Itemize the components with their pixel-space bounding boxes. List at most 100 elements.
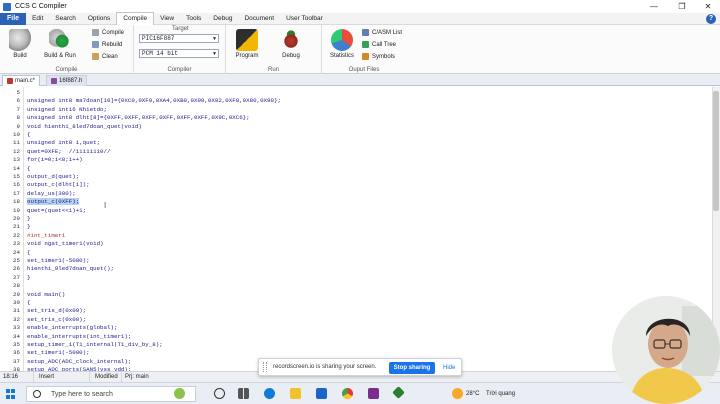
code-line[interactable]: quet=0XFE; //11111110// [27, 148, 111, 156]
task-view-icon[interactable] [238, 388, 249, 399]
code-line[interactable]: { [27, 299, 30, 307]
menu-document[interactable]: Document [238, 13, 280, 25]
scrollbar-thumb[interactable] [713, 91, 719, 211]
ribbon: Build Build & Run Compile Rebuild Clean … [0, 25, 720, 74]
code-line[interactable]: enable_interrupts(int_timer1); [27, 333, 131, 341]
edge-icon[interactable] [264, 388, 275, 399]
code-line[interactable]: output_d(quet); [27, 173, 79, 181]
code-line[interactable]: set_timer1(-5000); [27, 349, 90, 357]
chip-value: PIC16F887 [142, 35, 175, 42]
minimize-icon[interactable]: — [642, 0, 666, 13]
code-editor[interactable]: 5 6 7 8 9 10 11 12 13 14 15 16 17 18 19 20 21 22 23 24 25 26 2… [0, 87, 720, 373]
menu-user-toolbar[interactable]: User Toolbar [280, 13, 329, 25]
close-icon[interactable]: ✕ [696, 0, 720, 13]
line-number: 20 [13, 215, 20, 222]
taskbar-search[interactable]: Type here to search [26, 386, 196, 402]
code-line[interactable]: { [27, 131, 30, 139]
c-asm-list-button[interactable]: C/ASM List [362, 29, 402, 36]
group-label-compiler: Compiler [167, 67, 192, 73]
menu-view[interactable]: View [154, 13, 180, 25]
symbols-icon [362, 53, 369, 60]
settings-app-icon[interactable] [368, 388, 379, 399]
cortana-icon[interactable] [214, 388, 225, 399]
build-button[interactable]: Build [6, 29, 34, 59]
ribbon-group-compiler: Target PIC16F887 ▼ PCM 14 bit ▼ Compiler [134, 25, 226, 74]
ccs-app-icon[interactable] [392, 386, 405, 399]
code-line[interactable]: output_c(dlht[i]); [27, 181, 90, 189]
code-line[interactable]: #int_timer1 [27, 232, 65, 240]
file-explorer-icon[interactable] [290, 388, 301, 399]
clean-button[interactable]: Clean [92, 53, 118, 60]
menu-bar: File Edit Search Options Compile View To… [0, 12, 720, 25]
code-line[interactable]: for(i=0;i<8;i++) [27, 156, 83, 164]
chevron-down-icon: ▼ [212, 36, 216, 42]
code-line[interactable]: unsigned int8 dlht[8]={0XFF,0XFF,0XFF,0X… [27, 114, 250, 122]
code-line[interactable]: } [27, 215, 30, 223]
symbols-button[interactable]: Symbols [362, 53, 395, 60]
c-asm-list-label: C/ASM List [372, 29, 403, 36]
code-line[interactable]: } [27, 274, 30, 282]
hide-button[interactable]: Hide [443, 362, 455, 374]
code-line[interactable]: { [27, 249, 30, 257]
code-line[interactable]: quet=(quet<<1)+1; [27, 207, 86, 215]
line-number: 23 [13, 240, 20, 248]
windows-start-icon[interactable] [6, 389, 16, 399]
code-line[interactable]: output_c(0XFF); [27, 198, 80, 206]
line-number: 26 [13, 265, 20, 273]
code-line[interactable]: void hienthi_8led7doan_quet(void) [27, 123, 142, 131]
stop-sharing-button[interactable]: Stop sharing [389, 362, 435, 374]
code-line[interactable]: delay_us(300); [27, 190, 76, 198]
program-button[interactable]: Program [230, 29, 264, 59]
line-number: 22 [13, 231, 20, 239]
chrome-icon[interactable] [342, 388, 353, 399]
code-line[interactable]: enable_interrupts(global); [27, 324, 117, 332]
code-line[interactable]: void ngat_timer1(void) [27, 240, 104, 248]
tree-icon [362, 41, 369, 48]
line-number: 37 [13, 357, 20, 365]
build-run-button[interactable]: Build & Run [42, 29, 78, 59]
compile-button[interactable]: Compile [92, 29, 124, 36]
statistics-button[interactable]: Statistics [326, 29, 358, 59]
call-tree-label: Call Tree [372, 41, 397, 48]
webcam-overlay [612, 296, 720, 404]
call-tree-button[interactable]: Call Tree [362, 41, 396, 48]
code-line[interactable]: void main() [27, 291, 65, 299]
store-icon[interactable] [316, 388, 327, 399]
code-line[interactable]: unsigned int16 Nhietdo; [27, 106, 107, 114]
help-icon[interactable]: ? [706, 14, 716, 24]
pie-chart-icon [331, 29, 353, 51]
menu-debug[interactable]: Debug [207, 13, 238, 25]
menu-file[interactable]: File [0, 12, 27, 25]
menu-tools[interactable]: Tools [180, 13, 207, 25]
code-line[interactable]: set_tris_d(0x00); [27, 307, 86, 315]
code-line[interactable]: set_timer1(-5000); [27, 257, 90, 265]
menu-options[interactable]: Options [82, 13, 116, 25]
play-gears-icon [49, 29, 71, 51]
tab-16f887-h[interactable]: 16f887.h [46, 75, 88, 86]
code-area[interactable]: unsigned int8 ma7doan[10]={0XC0,0XF9,0XA… [27, 87, 709, 371]
tab-main-c[interactable]: main.c* [2, 75, 41, 86]
menu-compile[interactable]: Compile [116, 12, 155, 25]
build-label: Build [13, 53, 27, 59]
code-line[interactable]: setup_timer_1(T1_internal|T1_div_by_8); [27, 341, 163, 349]
debug-button[interactable]: Debug [276, 29, 306, 59]
selected-text: output_c(0XFF); [27, 198, 80, 206]
code-line[interactable]: unsigned int8 i,quet; [27, 139, 100, 147]
code-line[interactable]: setup_ADC(ADC_clock_internal); [27, 358, 131, 366]
code-line[interactable]: } [27, 223, 30, 231]
compiler-select[interactable]: PCM 14 bit ▼ [139, 49, 219, 58]
code-line[interactable]: hienthi_8led7doan_quet(); [27, 265, 114, 273]
code-line[interactable]: { [27, 165, 30, 173]
code-line[interactable]: set_tris_c(0x00); [27, 316, 86, 324]
maximize-icon[interactable]: ❐ [670, 0, 694, 13]
drag-handle-icon[interactable] [263, 362, 267, 372]
chevron-down-icon: ▼ [212, 51, 216, 57]
menu-edit[interactable]: Edit [26, 13, 49, 25]
text-cursor-icon: I [104, 201, 107, 210]
code-line[interactable]: unsigned int8 ma7doan[10]={0XC0,0XF9,0XA… [27, 97, 281, 105]
menu-search[interactable]: Search [49, 13, 82, 25]
clean-icon [92, 53, 99, 60]
chip-select[interactable]: PIC16F887 ▼ [139, 34, 219, 43]
rebuild-button[interactable]: Rebuild [92, 41, 122, 48]
game-icon[interactable] [174, 388, 185, 399]
